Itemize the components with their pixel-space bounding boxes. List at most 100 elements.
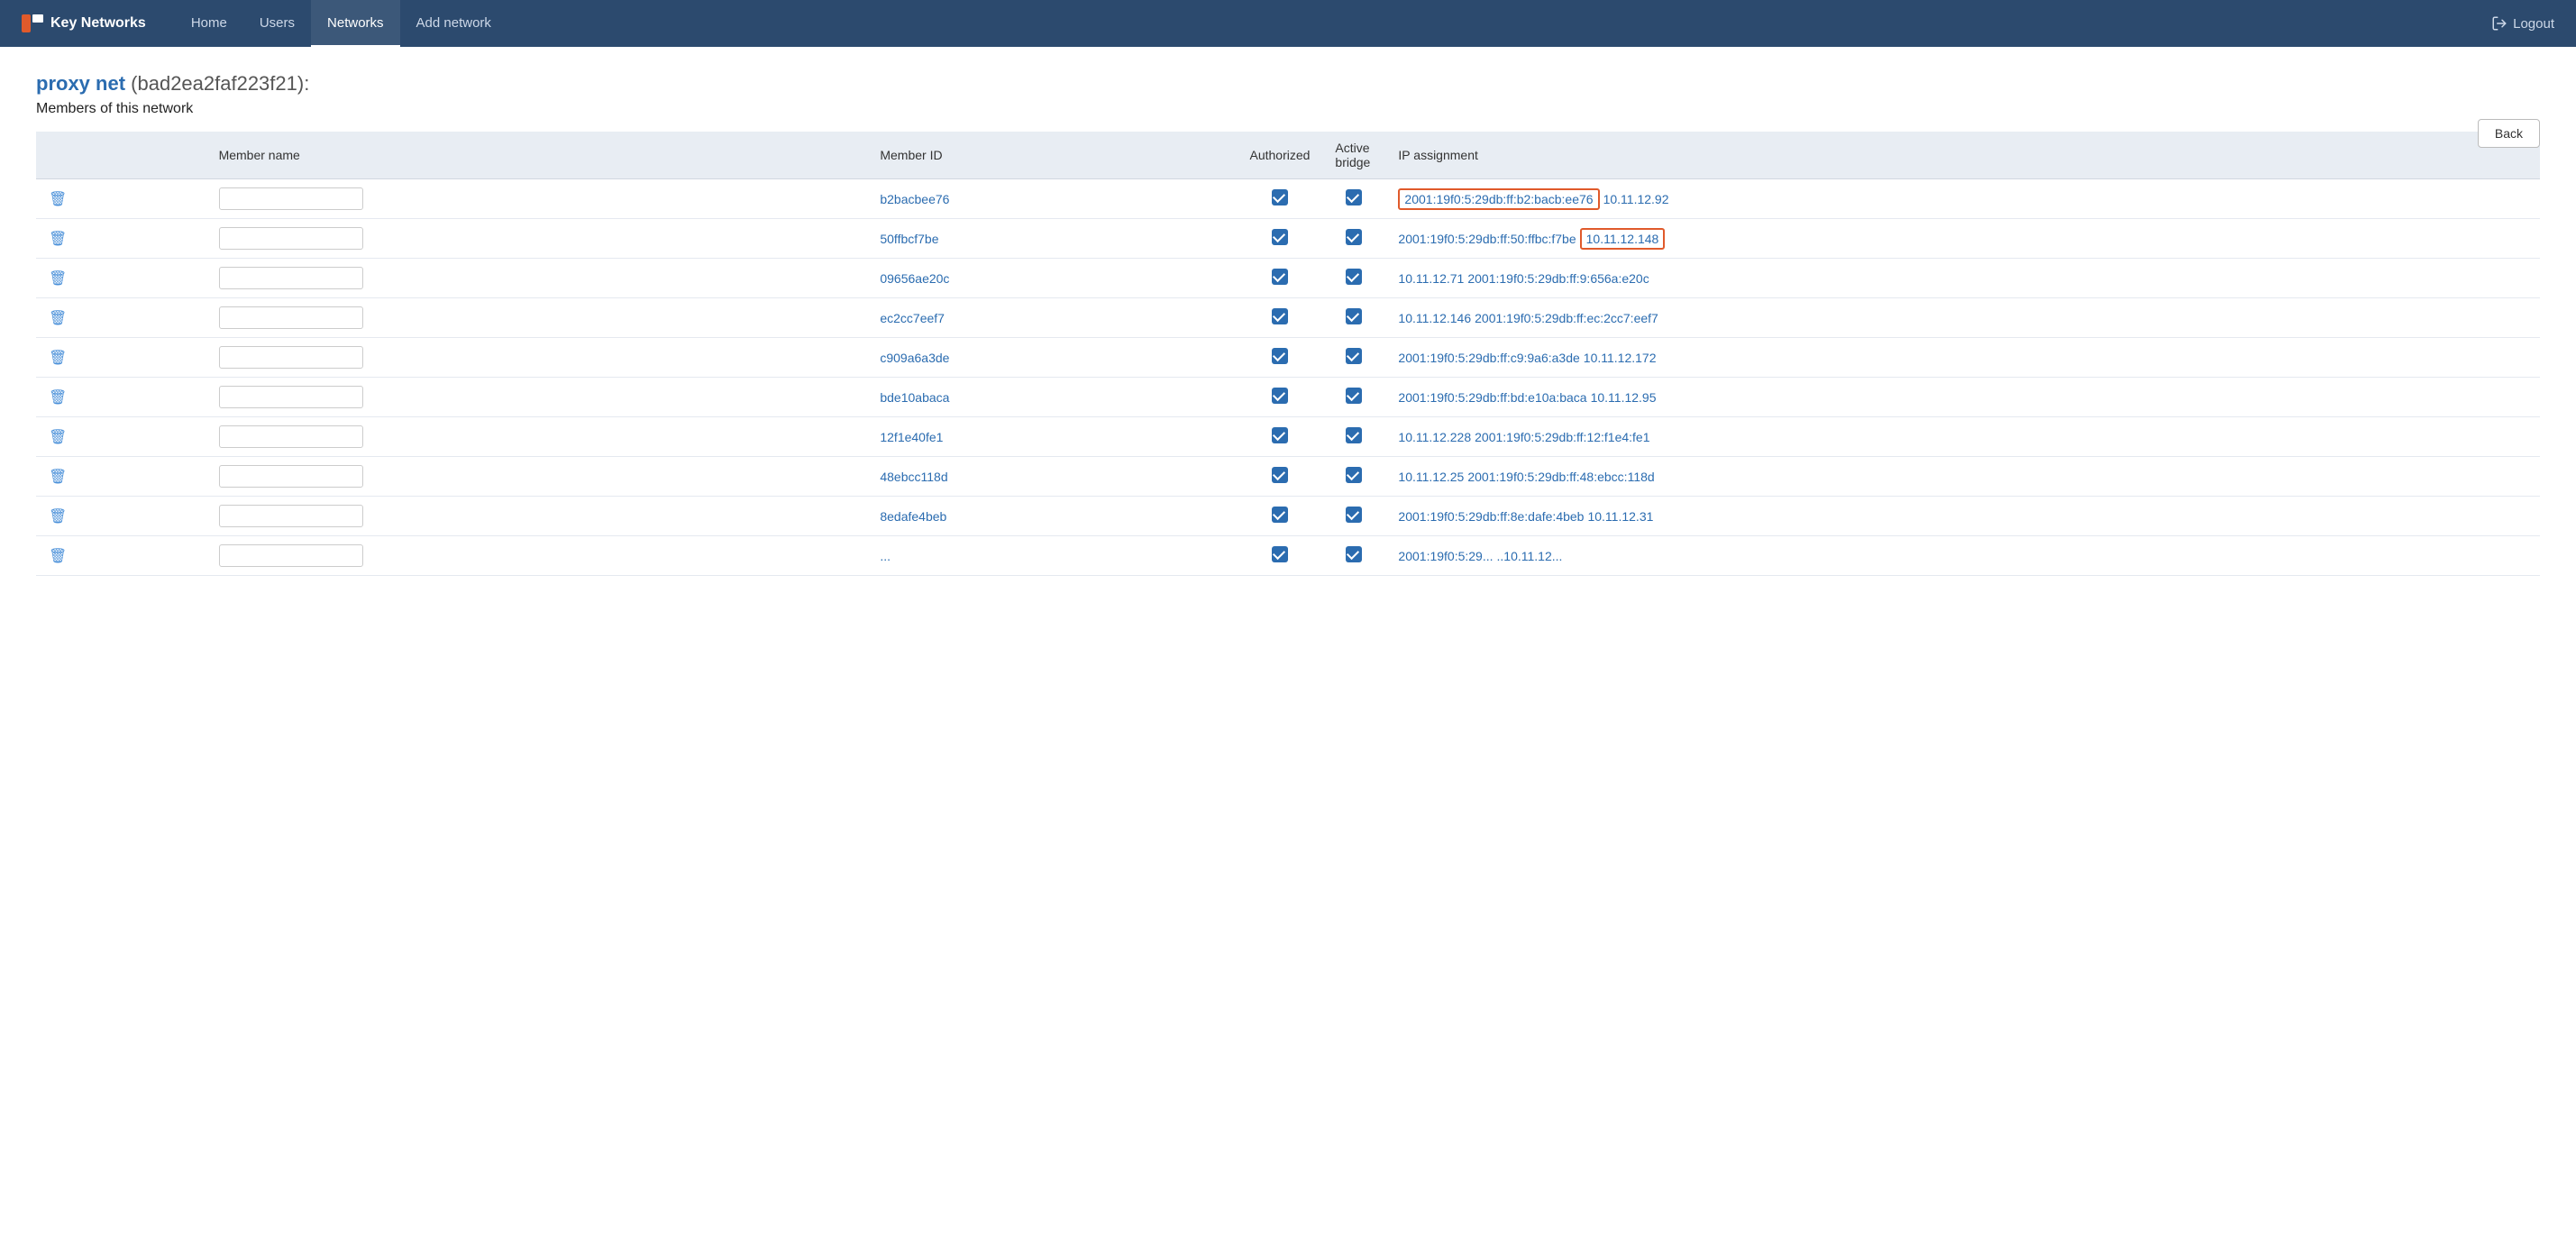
authorized-checkbox[interactable] — [1272, 269, 1288, 285]
member-id-link[interactable]: 48ebcc118d — [880, 470, 947, 484]
ip-link[interactable]: 2001:19f0:5:29db:ff:9:656a:e20c — [1467, 271, 1649, 286]
ip-highlight[interactable]: 2001:19f0:5:29db:ff:b2:bacb:ee76 — [1398, 188, 1599, 210]
active-bridge-checkbox[interactable] — [1346, 269, 1362, 285]
delete-icon[interactable]: 🗑 — [49, 192, 67, 207]
ip-cell: 10.11.12.146 2001:19f0:5:29db:ff:ec:2cc7:… — [1398, 311, 2527, 325]
member-name-input[interactable] — [219, 386, 363, 408]
authorized-checkbox[interactable] — [1272, 467, 1288, 483]
ip-highlight[interactable]: 10.11.12.148 — [1580, 228, 1666, 250]
ip-link[interactable]: 10.11.12.31 — [1587, 509, 1653, 524]
member-name-input[interactable] — [219, 544, 363, 567]
col-member-name: Member name — [206, 132, 868, 179]
nav-links: Home Users Networks Add network — [175, 0, 507, 47]
member-name-input[interactable] — [219, 465, 363, 488]
active-bridge-checkbox[interactable] — [1346, 189, 1362, 205]
ip-link[interactable]: 2001:19f0:5:29db:ff:12:f1e4:fe1 — [1475, 430, 1649, 444]
ip-link[interactable]: 2001:19f0:5:29db:ff:50:ffbc:f7be — [1398, 232, 1576, 246]
network-id: (bad2ea2faf223f21): — [131, 72, 309, 95]
ip-link[interactable]: 2001:19f0:5:29db:ff:48:ebcc:118d — [1467, 470, 1654, 484]
ip-cell: 10.11.12.712001:19f0:5:29db:ff:9:656a:e2… — [1398, 271, 2527, 286]
member-name-input[interactable] — [219, 425, 363, 448]
active-bridge-checkbox[interactable] — [1346, 308, 1362, 324]
brand-label: Key Networks — [50, 15, 146, 32]
member-name-input[interactable] — [219, 346, 363, 369]
ip-link[interactable]: 10.11.12.228 — [1398, 430, 1471, 444]
ip-link[interactable]: 10.11.12.25 — [1398, 470, 1464, 484]
member-name-input[interactable] — [219, 227, 363, 250]
ip-cell: 2001:19f0:5:29... ..10.11.12... — [1398, 549, 2527, 563]
active-bridge-checkbox[interactable] — [1346, 507, 1362, 523]
active-bridge-checkbox[interactable] — [1346, 467, 1362, 483]
member-name-input[interactable] — [219, 505, 363, 527]
table-row: 🗑 b2bacbee76 2001:19f0:5:29db:ff:b2:bacb:e… — [36, 179, 2540, 219]
member-name-input[interactable] — [219, 187, 363, 210]
member-id-link[interactable]: 8edafe4beb — [880, 509, 946, 524]
active-bridge-checkbox[interactable] — [1346, 348, 1362, 364]
members-table: Member name Member ID Authorized Active … — [36, 132, 2540, 576]
delete-icon[interactable]: 🗑 — [49, 311, 67, 326]
table-header: Member name Member ID Authorized Active … — [36, 132, 2540, 179]
table-row: 🗑 50ffbcf7be 2001:19f0:5:29db:ff:50:ffbc:f… — [36, 219, 2540, 259]
logout-button[interactable]: Logout — [2491, 15, 2554, 32]
main-content: Back proxy net (bad2ea2faf223f21): Membe… — [0, 47, 2576, 601]
authorized-checkbox[interactable] — [1272, 348, 1288, 364]
ip-link[interactable]: 2001:19f0:5:29... — [1398, 549, 1493, 563]
delete-icon[interactable]: 🗑 — [49, 271, 67, 287]
delete-icon[interactable]: 🗑 — [49, 351, 67, 366]
authorized-checkbox[interactable] — [1272, 427, 1288, 443]
col-member-id: Member ID — [867, 132, 1237, 179]
col-ip: IP assignment — [1385, 132, 2540, 179]
nav-add-network[interactable]: Add network — [400, 0, 507, 47]
nav-networks[interactable]: Networks — [311, 0, 400, 47]
network-name: proxy net — [36, 72, 125, 95]
brand[interactable]: Key Networks — [22, 14, 146, 32]
delete-icon[interactable]: 🗑 — [49, 390, 67, 406]
member-id-link[interactable]: bde10abaca — [880, 390, 949, 405]
back-button[interactable]: Back — [2478, 119, 2540, 148]
delete-icon[interactable]: 🗑 — [49, 232, 67, 247]
logout-label: Logout — [2513, 16, 2554, 32]
active-bridge-checkbox[interactable] — [1346, 229, 1362, 245]
active-bridge-checkbox[interactable] — [1346, 388, 1362, 404]
table-row: 🗑 8edafe4beb 2001:19f0:5:29db:ff:8e:dafe:4… — [36, 497, 2540, 536]
member-name-input[interactable] — [219, 306, 363, 329]
delete-icon[interactable]: 🗑 — [49, 549, 67, 564]
ip-link[interactable]: 10.11.12.172 — [1584, 351, 1657, 365]
nav-home[interactable]: Home — [175, 0, 243, 47]
member-id-link[interactable]: c909a6a3de — [880, 351, 949, 365]
ip-link[interactable]: 10.11.12.95 — [1591, 390, 1657, 405]
authorized-checkbox[interactable] — [1272, 189, 1288, 205]
member-id-link[interactable]: 09656ae20c — [880, 271, 949, 286]
ip-link[interactable]: 10.11.12.71 — [1398, 271, 1464, 286]
authorized-checkbox[interactable] — [1272, 507, 1288, 523]
member-name-input[interactable] — [219, 267, 363, 289]
member-id-link[interactable]: 12f1e40fe1 — [880, 430, 943, 444]
member-id-link[interactable]: 50ffbcf7be — [880, 232, 938, 246]
section-subtitle: Members of this network — [36, 101, 2540, 117]
active-bridge-checkbox[interactable] — [1346, 546, 1362, 562]
authorized-checkbox[interactable] — [1272, 229, 1288, 245]
logout-icon — [2491, 15, 2507, 32]
table-row: 🗑 12f1e40fe1 10.11.12.228 2001:19f0:5:29db:… — [36, 417, 2540, 457]
member-id-link[interactable]: ... — [880, 549, 891, 563]
authorized-checkbox[interactable] — [1272, 546, 1288, 562]
ip-link[interactable]: 2001:19f0:5:29db:ff:c9:9a6:a3de — [1398, 351, 1579, 365]
ip-link[interactable]: 10.11.12.146 — [1398, 311, 1471, 325]
nav-users[interactable]: Users — [243, 0, 311, 47]
ip-link[interactable]: 2001:19f0:5:29db:ff:8e:dafe:4beb — [1398, 509, 1584, 524]
ip-cell: 10.11.12.228 2001:19f0:5:29db:ff:12:f1e4:… — [1398, 430, 2527, 444]
member-id-link[interactable]: b2bacbee76 — [880, 192, 949, 206]
ip-link[interactable]: 2001:19f0:5:29db:ff:ec:2cc7:eef7 — [1475, 311, 1658, 325]
delete-icon[interactable]: 🗑 — [49, 470, 67, 485]
delete-icon[interactable]: 🗑 — [49, 509, 67, 525]
ip-link[interactable]: 2001:19f0:5:29db:ff:bd:e10a:baca — [1398, 390, 1586, 405]
ip-link[interactable]: ..10.11.12... — [1497, 549, 1563, 563]
member-id-link[interactable]: ec2cc7eef7 — [880, 311, 945, 325]
active-bridge-checkbox[interactable] — [1346, 427, 1362, 443]
authorized-checkbox[interactable] — [1272, 388, 1288, 404]
ip-cell: 2001:19f0:5:29db:ff:8e:dafe:4beb10.11.12… — [1398, 509, 2527, 524]
delete-icon[interactable]: 🗑 — [49, 430, 67, 445]
authorized-checkbox[interactable] — [1272, 308, 1288, 324]
ip-link[interactable]: 10.11.12.92 — [1603, 192, 1669, 206]
table-row: 🗑... 2001:19f0:5:29... ..10.11.12... — [36, 536, 2540, 576]
